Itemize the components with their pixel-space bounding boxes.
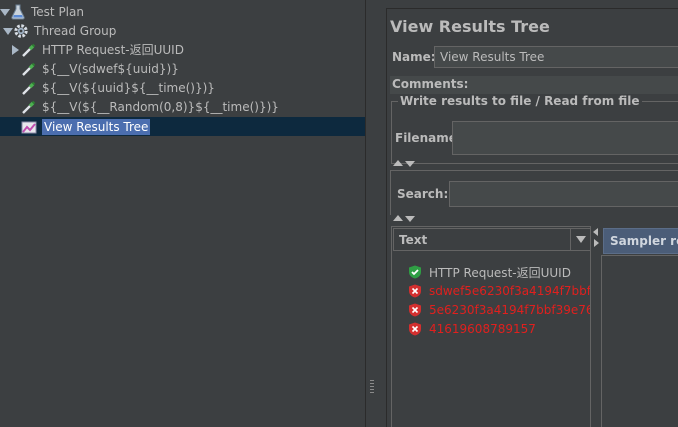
comments-label: Comments: (392, 77, 469, 91)
sampler-pipette-icon (21, 61, 37, 77)
tree-item-label: Test Plan (31, 4, 84, 19)
filename-label: Filename (395, 131, 457, 145)
search-group: Search: (390, 170, 678, 215)
tree-item-label: Thread Group (34, 23, 117, 38)
tree-item-sampler[interactable]: ${__V(${__Random(0,8)}${__time()})} (21, 97, 279, 116)
sampler-result-pane (601, 255, 678, 427)
page-title: View Results Tree (390, 17, 550, 36)
results-splitter[interactable] (592, 226, 601, 427)
collapse-left-icon[interactable] (593, 228, 598, 236)
renderer-select-value: Text (399, 233, 428, 247)
filename-field[interactable] (452, 121, 678, 155)
test-plan-flask-icon (10, 4, 26, 20)
chevron-down-icon[interactable] (570, 229, 590, 250)
result-text: 5e6230f3a4194f7bbf39e765 (429, 303, 590, 317)
name-field[interactable] (434, 46, 678, 68)
tree-item-sampler[interactable]: ${__V(sdwef${uuid})} (21, 59, 179, 78)
result-text: HTTP Request-返回UUID (429, 265, 571, 280)
renderer-select[interactable]: Text (393, 228, 591, 251)
result-text: sdwef5e6230f3a4194f7bbf3f (429, 284, 590, 298)
failure-shield-icon (408, 303, 422, 317)
search-label: Search: (397, 187, 449, 201)
collapse-arrow-icon[interactable] (11, 44, 21, 55)
result-row[interactable]: sdwef5e6230f3a4194f7bbf3f (408, 282, 590, 300)
tree-item-label: ${__V(${uuid}${__time()})} (42, 80, 215, 95)
tree-item-label: View Results Tree (42, 118, 151, 135)
expand-arrow-icon[interactable] (3, 26, 13, 36)
tab-sampler-result[interactable]: Sampler res (603, 228, 678, 254)
expand-right-icon[interactable] (594, 239, 599, 247)
tree-item-label: HTTP Request-返回UUID (42, 43, 184, 57)
test-plan-tree: Test Plan Thread Group HTTP Request-返回UU… (0, 0, 365, 427)
expand-arrow-icon[interactable] (0, 7, 10, 17)
result-row[interactable]: 41619608789157 (408, 320, 590, 338)
sampler-pipette-icon (21, 99, 37, 115)
success-shield-icon (408, 265, 422, 279)
sampler-pipette-icon (21, 80, 37, 96)
results-list: Text HTTP Request-返回UUID sdwef5e6230f3a4… (391, 226, 591, 427)
tree-item-view-results-tree[interactable]: View Results Tree (0, 117, 365, 136)
listener-chart-icon (21, 119, 37, 135)
tree-item-label: ${__V(${__Random(0,8)}${__time()})} (42, 99, 279, 114)
comments-row: Comments: (390, 76, 678, 94)
result-row[interactable]: 5e6230f3a4194f7bbf39e765 (408, 301, 590, 319)
result-text: 41619608789157 (429, 322, 536, 336)
write-results-group: Write results to file / Read from file F… (391, 94, 678, 164)
collapse-expand-icon[interactable] (393, 160, 419, 168)
name-label: Name: (392, 50, 436, 64)
result-row[interactable]: HTTP Request-返回UUID (408, 263, 590, 281)
tree-item-sampler[interactable]: ${__V(${uuid}${__time()})} (21, 78, 215, 97)
failure-shield-icon (408, 284, 422, 298)
thread-group-gear-icon (13, 23, 29, 39)
search-input[interactable] (449, 181, 678, 207)
tree-item-thread-group[interactable]: Thread Group (3, 21, 116, 40)
view-results-tree-panel: View Results Tree Name: Comments: Write … (386, 8, 678, 427)
tree-item-http-request[interactable]: HTTP Request-返回UUID (11, 40, 184, 59)
tree-item-test-plan[interactable]: Test Plan (0, 2, 84, 21)
splitter-grip-icon[interactable] (370, 380, 374, 394)
panel-splitter[interactable] (365, 0, 379, 427)
sampler-pipette-icon (21, 42, 37, 58)
failure-shield-icon (408, 322, 422, 336)
collapse-expand-icon[interactable] (393, 215, 419, 223)
tree-item-label: ${__V(sdwef${uuid})} (42, 61, 179, 76)
write-results-group-label: Write results to file / Read from file (398, 94, 642, 108)
